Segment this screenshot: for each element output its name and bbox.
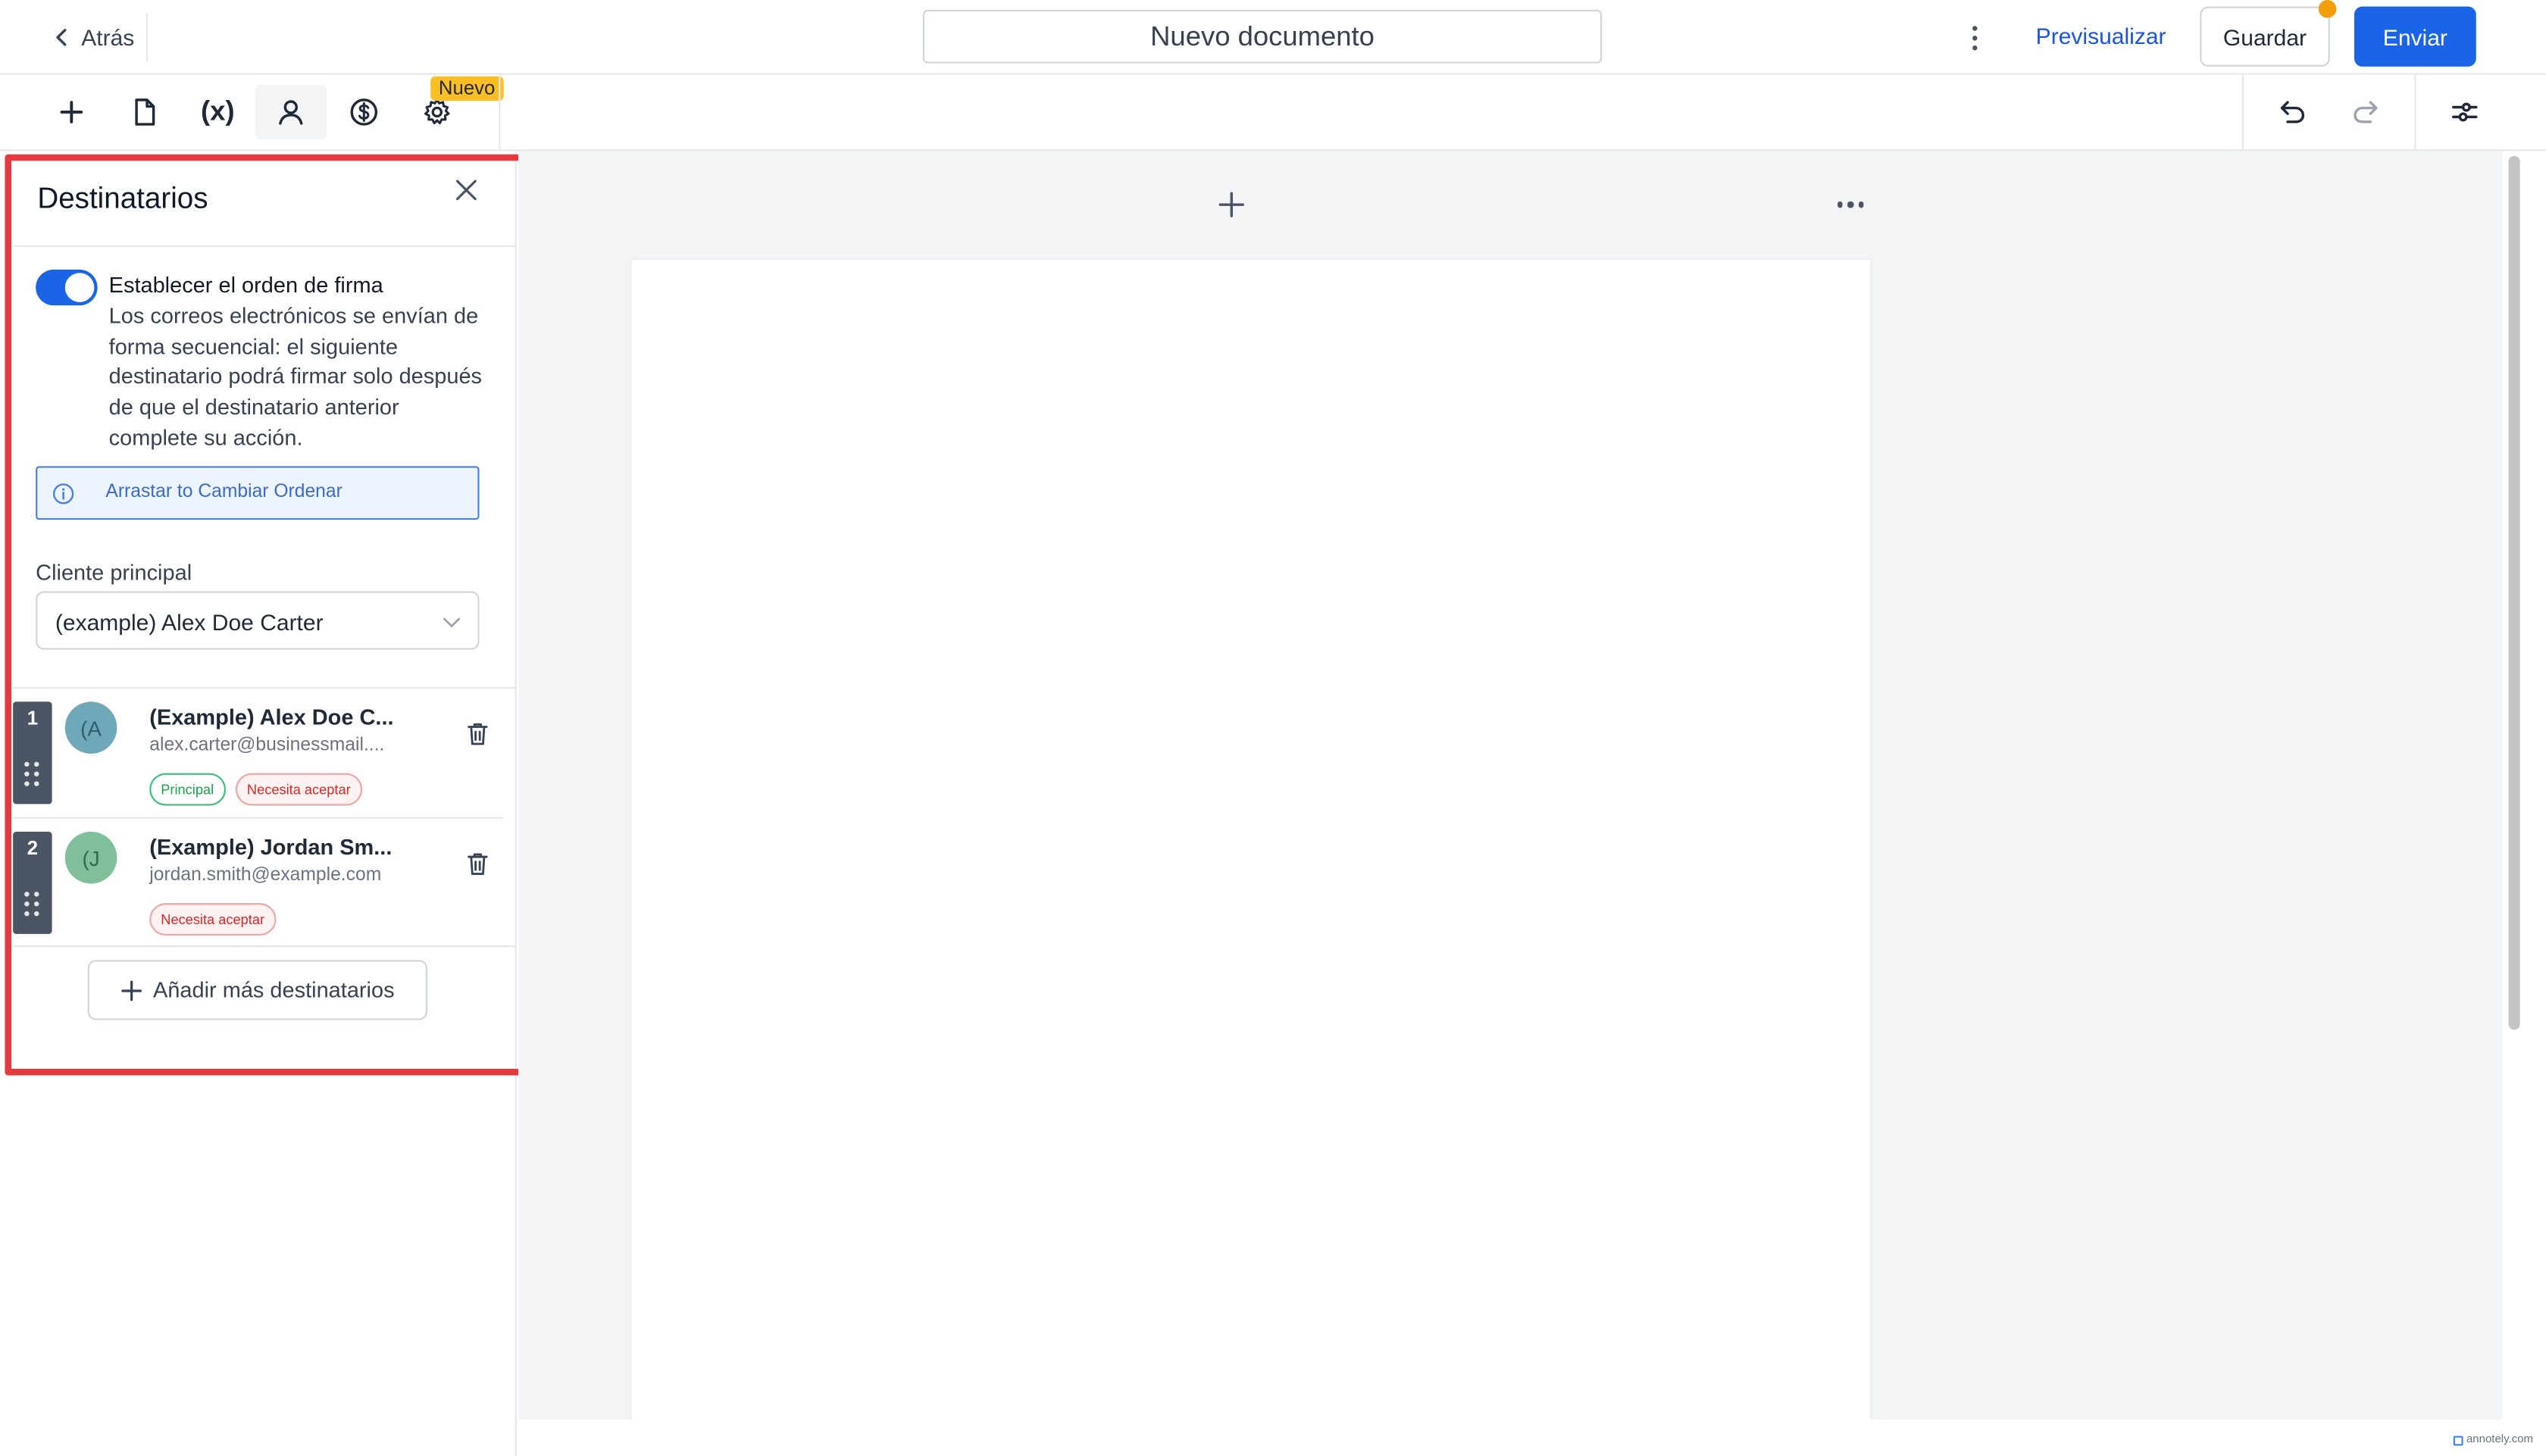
add-block-button[interactable] — [36, 84, 107, 139]
divider — [499, 74, 501, 152]
canvas-footer — [518, 1420, 2546, 1456]
pricing-button[interactable] — [328, 84, 399, 139]
divider — [145, 13, 149, 62]
plus-icon — [60, 101, 83, 123]
chevron-left-icon — [56, 28, 67, 46]
top-bar: Atrás Nuevo documento Previsualizar Guar… — [0, 0, 2546, 75]
watermark-text: annotely.com — [2466, 1434, 2534, 1446]
divider — [2241, 74, 2244, 152]
more-horizontal-icon[interactable] — [1833, 192, 1869, 217]
document-button[interactable] — [109, 84, 180, 139]
dollar-circle-icon — [350, 98, 378, 126]
unsaved-indicator — [2318, 0, 2337, 18]
highlight-annotation — [5, 154, 532, 1076]
plus-icon[interactable] — [1215, 189, 1248, 221]
sliders-icon — [2452, 102, 2478, 122]
back-button[interactable]: Atrás — [52, 20, 135, 55]
recipients-button[interactable] — [255, 84, 327, 140]
watermark: annotely.com — [2453, 1434, 2534, 1446]
file-icon — [135, 98, 155, 126]
adjustments-button[interactable] — [2429, 84, 2501, 139]
logo-icon — [2453, 1435, 2463, 1445]
more-options-icon[interactable] — [1961, 20, 1987, 55]
save-button[interactable]: Guardar — [2200, 6, 2330, 67]
send-button[interactable]: Enviar — [2354, 6, 2476, 67]
document-title-input[interactable]: Nuevo documento — [922, 9, 1603, 64]
preview-link[interactable]: Previsualizar — [2036, 23, 2166, 48]
new-badge: Nuevo — [430, 76, 504, 101]
redo-button[interactable] — [2330, 84, 2401, 139]
redo-icon — [2354, 101, 2378, 123]
variable-icon: (x) — [201, 95, 235, 127]
undo-icon — [2280, 101, 2305, 123]
document-page[interactable] — [632, 260, 1870, 1420]
scrollbar[interactable] — [2508, 155, 2520, 1030]
user-icon — [279, 100, 303, 125]
divider — [2414, 74, 2416, 152]
undo-button[interactable] — [2257, 84, 2328, 139]
editor-toolbar: (x) Nuevo — [0, 74, 2546, 152]
app-root: Atrás Nuevo documento Previsualizar Guar… — [0, 0, 2546, 1456]
back-label: Atrás — [81, 24, 135, 51]
variables-button[interactable]: (x) — [182, 84, 253, 139]
